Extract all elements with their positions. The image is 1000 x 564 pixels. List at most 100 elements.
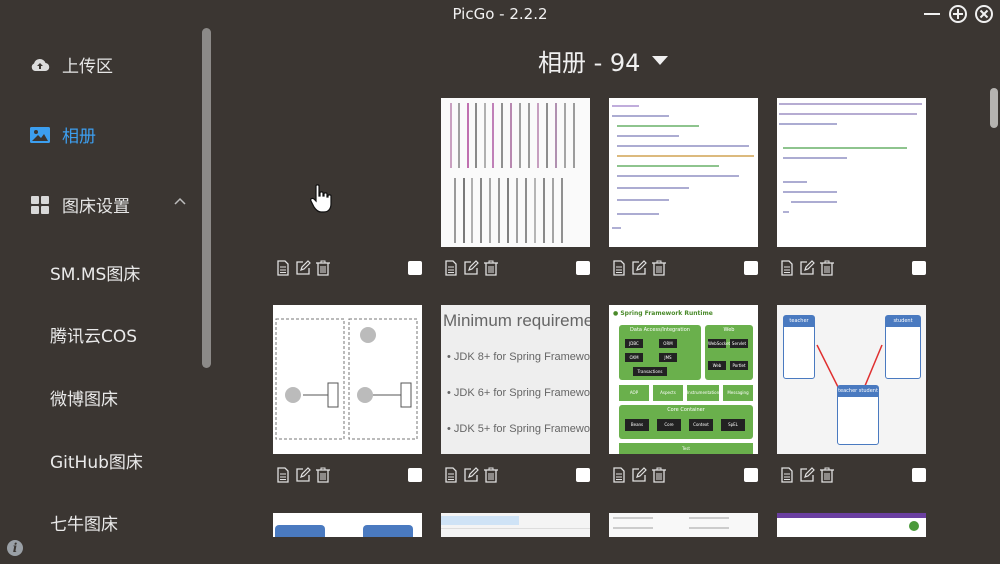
delete-icon[interactable] [651,467,667,483]
thumb-bullet: • JDK 6+ for Spring Framework 4.x [447,387,590,399]
info-icon[interactable]: i [7,540,23,556]
image-thumbnail[interactable] [441,98,590,247]
image-thumbnail[interactable] [777,98,926,247]
title-bar: PicGo - 2.2.2 [0,0,1000,28]
card-actions [441,260,590,278]
select-checkbox[interactable] [408,468,422,482]
select-checkbox[interactable] [912,468,926,482]
image-thumbnail[interactable] [777,513,926,537]
select-checkbox[interactable] [576,261,590,275]
thumb-box: Web WebSocket Servlet Web Portlet [705,325,753,380]
delete-icon[interactable] [315,467,331,483]
delete-icon[interactable] [819,467,835,483]
select-checkbox[interactable] [744,261,758,275]
diagram-node: teacher [783,315,815,379]
select-checkbox[interactable] [912,261,926,275]
image-thumbnail[interactable] [273,513,422,537]
image-thumbnail[interactable] [441,513,590,537]
copy-link-icon[interactable] [779,467,795,483]
image-thumbnail[interactable] [273,98,422,247]
copy-link-icon[interactable] [779,260,795,276]
dropdown-arrow-icon[interactable] [652,56,669,65]
sidebar-item-settings[interactable]: 图床设置 [30,192,130,217]
diagram-node: student [885,315,921,379]
edit-icon[interactable] [799,467,815,483]
edit-icon[interactable] [799,260,815,276]
copy-link-icon[interactable] [275,467,291,483]
cloud-upload-icon [30,55,50,75]
image-card [273,513,422,537]
sidebar-item-weibo[interactable]: 微博图床 [50,385,118,410]
select-checkbox[interactable] [744,468,758,482]
delete-icon[interactable] [819,260,835,276]
thumb-box: Data Access/Integration JDBC ORM OXM JMS… [619,325,701,380]
thumb-bullet: • JDK 5+ for Spring Framework 3.x [447,423,590,435]
delete-icon[interactable] [315,260,331,276]
card-actions [777,467,926,485]
card-actions [777,260,926,278]
sidebar-item-label: 上传区 [62,57,113,77]
minimize-icon[interactable] [922,4,942,24]
image-card [273,98,422,276]
image-icon [30,125,50,145]
edit-icon[interactable] [631,467,647,483]
sidebar: 上传区 相册 图床设置 SM.MS图床 腾讯云COS 微博图床 GitHub图床… [0,28,214,564]
copy-link-icon[interactable] [443,260,459,276]
edit-icon[interactable] [463,467,479,483]
card-actions [609,467,758,485]
sidebar-item-label: 图床设置 [62,197,130,217]
image-card [777,98,926,276]
thumb-box: Instrumentation [687,385,719,401]
image-thumbnail[interactable]: teacher student teacher student [777,305,926,454]
image-card [609,513,758,537]
sidebar-item-smms[interactable]: SM.MS图床 [50,260,140,285]
sidebar-scrollbar[interactable] [202,28,211,368]
copy-link-icon[interactable] [611,260,627,276]
select-checkbox[interactable] [408,261,422,275]
gallery-title[interactable]: 相册 - 94 [538,43,669,78]
image-card [273,305,422,483]
sidebar-item-tcyun[interactable]: 腾讯云COS [50,322,137,347]
image-thumbnail[interactable] [609,513,758,537]
copy-link-icon[interactable] [443,467,459,483]
select-checkbox[interactable] [576,468,590,482]
edit-icon[interactable] [295,467,311,483]
image-card [441,98,590,276]
delete-icon[interactable] [651,260,667,276]
card-actions [441,467,590,485]
sidebar-item-gallery[interactable]: 相册 [30,122,96,147]
edit-icon[interactable] [295,260,311,276]
image-thumbnail[interactable]: Minimum requirements • JDK 8+ for Spring… [441,305,590,454]
maximize-icon[interactable] [948,4,968,24]
thumb-bullet: • JDK 8+ for Spring Framework 5.x [447,351,590,363]
delete-icon[interactable] [483,467,499,483]
sidebar-item-github[interactable]: GitHub图床 [50,448,143,473]
card-actions [273,260,422,278]
close-icon[interactable] [974,4,994,24]
edit-icon[interactable] [631,260,647,276]
image-card: ● Spring Framework Runtime Data Access/I… [609,305,758,483]
delete-icon[interactable] [483,260,499,276]
thumb-heading: Minimum requirements [443,311,590,330]
card-actions [273,467,422,485]
grid-icon [30,195,50,215]
copy-link-icon[interactable] [611,467,627,483]
image-thumbnail[interactable] [609,98,758,247]
main-scrollbar[interactable] [990,88,998,128]
chevron-up-icon[interactable] [172,195,188,207]
diagram-node: teacher student [837,385,879,445]
hand-cursor-icon [310,184,332,213]
image-card [777,513,926,537]
image-thumbnail[interactable]: ● Spring Framework Runtime Data Access/I… [609,305,758,454]
thumb-heading: ● Spring Framework Runtime [613,310,713,317]
gallery-title-text: 相册 - 94 [538,49,641,77]
thumb-box: Core Container Beans Core Context SpEL [619,405,753,439]
thumb-box: Messaging [723,385,753,401]
card-actions [609,260,758,278]
copy-link-icon[interactable] [275,260,291,276]
edit-icon[interactable] [463,260,479,276]
image-thumbnail[interactable] [273,305,422,454]
sidebar-item-upload[interactable]: 上传区 [30,52,113,77]
sidebar-item-label: 相册 [62,127,96,147]
sidebar-item-qiniu[interactable]: 七牛图床 [50,510,118,535]
